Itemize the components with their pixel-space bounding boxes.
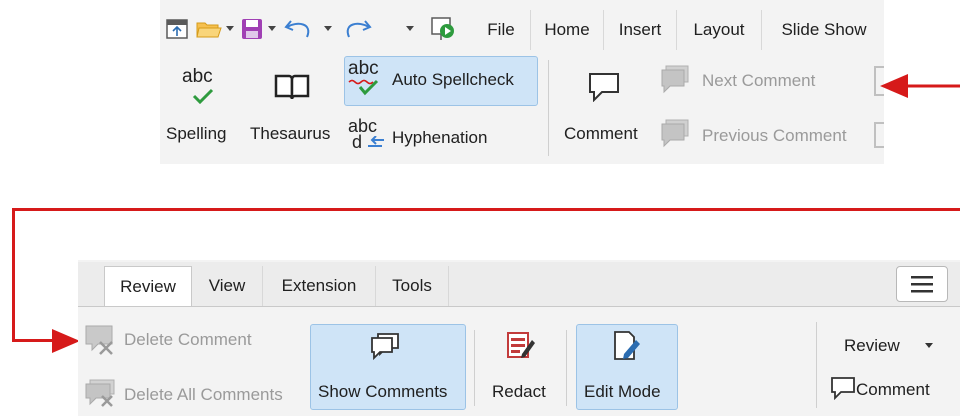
comment-icon (831, 377, 855, 400)
auto-spellcheck-label: Auto Spellcheck (392, 70, 514, 89)
delete-all-comments-button[interactable]: Delete All Comments (84, 376, 304, 414)
divider (566, 330, 567, 406)
show-comments-icon (370, 332, 402, 362)
tab-tools[interactable]: Tools (376, 266, 449, 306)
comment-icon (588, 72, 622, 106)
delete-comment-label: Delete Comment (124, 330, 252, 349)
bottom-tab-bar: Review View Extension Tools (104, 266, 449, 306)
spelling-button[interactable]: abc Spelling (162, 62, 238, 152)
spelling-icon: abc (182, 66, 218, 106)
dropdown-arrow-icon[interactable] (266, 22, 278, 36)
thesaurus-icon (274, 72, 314, 104)
review-dropdown-button[interactable]: Review (840, 330, 950, 362)
auto-spellcheck-icon: abc (348, 58, 384, 98)
dropdown-arrow-icon (925, 343, 933, 348)
abc-glyph: abc (182, 66, 213, 87)
next-comment-icon (660, 64, 694, 96)
hyphenation-label: Hyphenation (392, 128, 488, 147)
annotation-arrow-top (878, 68, 960, 104)
tab-home[interactable]: Home (531, 10, 604, 50)
comment-small-button[interactable]: Comment (826, 372, 950, 408)
dropdown-arrow-icon[interactable] (322, 22, 334, 36)
tab-slide-show[interactable]: Slide Show (762, 10, 886, 50)
previous-comment-icon (660, 118, 694, 150)
undo-icon[interactable] (282, 14, 318, 44)
annotation-connector-h (12, 208, 960, 211)
hamburger-menu-button[interactable] (896, 266, 948, 302)
tab-review[interactable]: Review (104, 266, 192, 306)
hyphenation-icon: abc d (348, 116, 388, 156)
truncated-icon (874, 122, 884, 148)
thesaurus-button[interactable]: Thesaurus (244, 62, 340, 152)
redact-icon (506, 330, 536, 362)
divider (474, 330, 475, 406)
save-icon[interactable] (238, 17, 266, 41)
hamburger-menu-icon (911, 276, 933, 293)
divider (816, 322, 817, 408)
next-comment-button[interactable]: Next Comment (660, 62, 860, 102)
dropdown-arrow-icon[interactable] (224, 22, 236, 36)
annotation-connector-h2 (12, 339, 54, 342)
delete-comment-icon (84, 324, 116, 356)
tab-extension[interactable]: Extension (263, 266, 376, 306)
redo-icon[interactable] (338, 14, 374, 44)
new-presentation-icon[interactable] (164, 17, 190, 41)
show-comments-label: Show Comments (318, 382, 448, 401)
comment-button[interactable]: Comment (558, 62, 650, 154)
divider (548, 60, 549, 156)
review-dropdown-label: Review (844, 336, 900, 355)
thesaurus-label: Thesaurus (250, 124, 331, 143)
abc-glyph: abc (348, 58, 379, 79)
d-glyph: d (352, 132, 363, 152)
tab-view[interactable]: View (192, 266, 263, 306)
tab-layout[interactable]: Layout (677, 10, 762, 50)
redact-label: Redact (492, 382, 546, 401)
tab-insert[interactable]: Insert (604, 10, 677, 50)
spelling-label: Spelling (166, 124, 227, 143)
tab-file[interactable]: File (472, 10, 531, 50)
redact-button[interactable]: Redact (484, 326, 558, 408)
previous-comment-label: Previous Comment (702, 126, 847, 145)
edit-mode-label: Edit Mode (584, 382, 661, 401)
top-tab-bar: File Home Insert Layout Slide Show (472, 10, 886, 50)
dropdown-arrow-icon[interactable] (404, 22, 416, 36)
hyphenation-button[interactable]: abc d Hyphenation (346, 114, 526, 158)
annotation-connector-v (12, 208, 15, 342)
delete-all-comments-icon (84, 378, 118, 410)
next-comment-label: Next Comment (702, 71, 816, 90)
comment-small-label: Comment (856, 380, 930, 399)
comment-label: Comment (564, 124, 638, 143)
delete-all-comments-label: Delete All Comments (124, 385, 283, 404)
delete-comment-button[interactable]: Delete Comment (84, 322, 284, 360)
previous-comment-button[interactable]: Previous Comment (660, 116, 870, 156)
start-slideshow-icon[interactable] (426, 15, 460, 43)
open-folder-icon[interactable] (194, 17, 224, 41)
edit-mode-icon (612, 330, 642, 362)
